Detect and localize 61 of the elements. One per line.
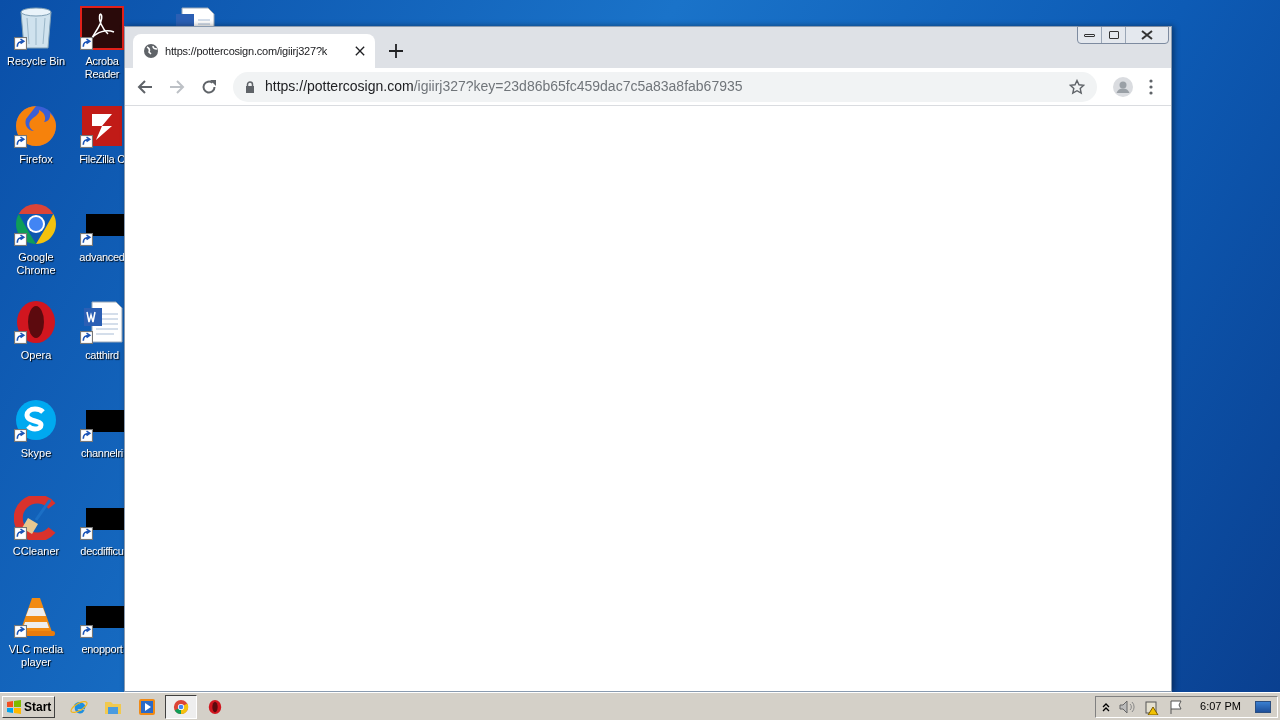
icon-label[interactable]: CCleaner xyxy=(3,545,69,558)
shortcut-arrow-icon xyxy=(14,625,27,638)
profile-icon[interactable] xyxy=(1113,76,1133,97)
taskbar-button[interactable] xyxy=(165,694,198,719)
icon-label[interactable]: Recycle Bin xyxy=(3,55,69,68)
back-icon[interactable] xyxy=(137,78,153,95)
network-warning-icon[interactable] xyxy=(1144,698,1161,715)
shortcut-arrow-icon xyxy=(80,429,93,442)
reload-icon[interactable] xyxy=(201,78,217,95)
icon-label[interactable]: decdifficu xyxy=(75,545,124,558)
shortcut-arrow-icon xyxy=(80,135,93,148)
filezilla-logo-icon xyxy=(80,104,124,148)
shortcut-arrow-icon xyxy=(80,37,93,50)
icon-label[interactable]: Acroba Reader xyxy=(75,55,124,81)
media-player-icon xyxy=(138,697,157,716)
star-icon[interactable] xyxy=(1069,78,1085,95)
new-tab-icon[interactable] xyxy=(389,44,403,58)
fox-globe-icon xyxy=(14,104,58,148)
icon-label[interactable]: Firefox xyxy=(3,153,69,166)
close-icon[interactable] xyxy=(1141,30,1153,40)
shortcut-arrow-icon xyxy=(80,331,93,344)
lock-icon xyxy=(245,80,255,93)
icon-label[interactable]: catthird xyxy=(75,349,124,362)
address-bar[interactable]: https://pottercosign.com/igiirj327?key=23d86b65fc459dac7c5a83a8fab67935 xyxy=(233,71,1097,102)
icon-label[interactable]: channelri xyxy=(75,447,124,460)
globe-icon xyxy=(143,43,159,59)
chrome-logo-icon xyxy=(173,698,190,715)
opera-o-icon xyxy=(207,698,224,715)
flag-icon[interactable] xyxy=(1168,698,1185,715)
shortcut-arrow-icon xyxy=(80,625,93,638)
opera-o-icon xyxy=(14,300,58,344)
menu-icon[interactable] xyxy=(1149,78,1153,95)
close-icon[interactable] xyxy=(355,46,365,56)
chevron-up-icon[interactable] xyxy=(1102,701,1111,712)
shortcut-arrow-icon xyxy=(14,429,27,442)
icon-label[interactable]: VLC media player xyxy=(3,643,69,669)
icon-label[interactable]: FileZilla C xyxy=(75,153,124,166)
shortcut-arrow-icon xyxy=(14,233,27,246)
browser-tab[interactable]: https://pottercosign.com/igiirj327?k xyxy=(133,34,375,68)
url-text: https://pottercosign.com/igiirj327?key=23d86b65fc459dac7c5a83a8fab67935 xyxy=(265,77,744,96)
tab-title: https://pottercosign.com/igiirj327?k xyxy=(165,43,329,59)
shortcut-arrow-icon xyxy=(80,527,93,540)
windows-flag-icon xyxy=(6,698,22,715)
pdf-reader-icon xyxy=(80,6,124,50)
show-desktop-button[interactable] xyxy=(1255,700,1271,713)
icon-label[interactable]: Skype xyxy=(3,447,69,460)
shortcut-arrow-icon xyxy=(14,527,27,540)
icon-label[interactable]: Opera xyxy=(3,349,69,362)
speaker-icon[interactable] xyxy=(1118,698,1137,715)
icon-label[interactable]: advanced xyxy=(75,251,124,264)
shortcut-arrow-icon xyxy=(14,331,27,344)
shortcut-arrow-icon xyxy=(14,135,27,148)
chrome-logo-icon xyxy=(14,202,58,246)
shortcut-arrow-icon xyxy=(14,37,27,50)
skype-logo-icon xyxy=(14,398,58,442)
icon-label[interactable]: Google Chrome xyxy=(3,251,69,277)
shortcut-arrow-icon xyxy=(80,233,93,246)
icon-label[interactable]: enopport xyxy=(75,643,124,656)
start-button[interactable]: Start xyxy=(2,695,56,718)
clock[interactable]: 6:07 PM xyxy=(1200,698,1241,715)
broom-c-icon xyxy=(14,496,58,540)
